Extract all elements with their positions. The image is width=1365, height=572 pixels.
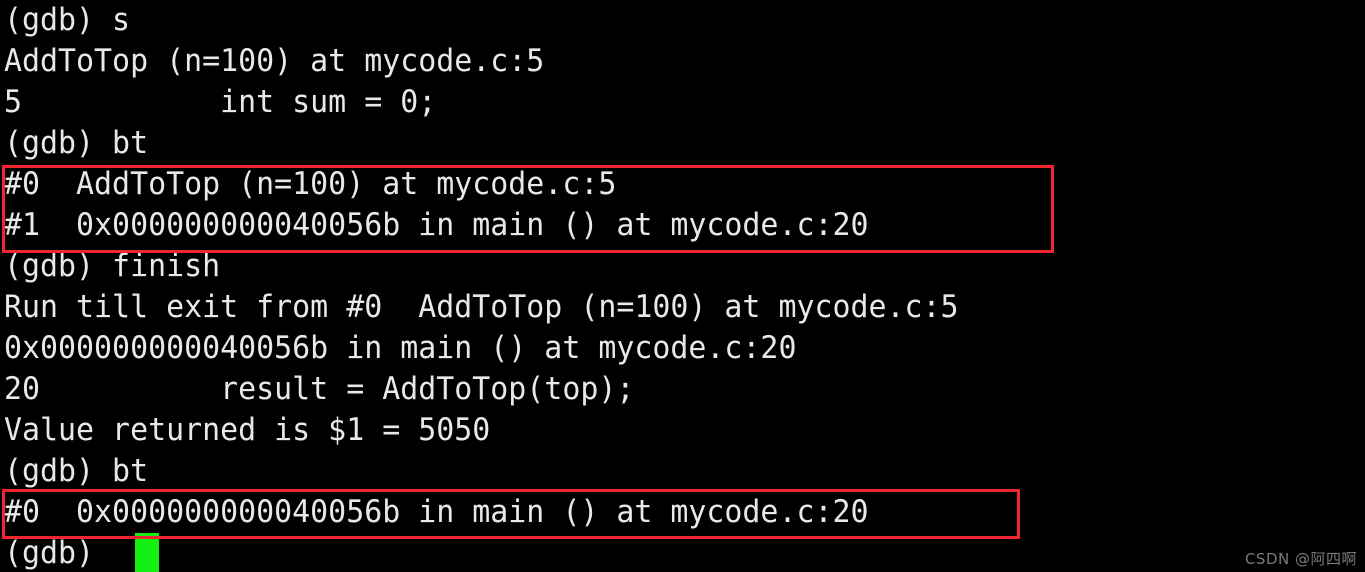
terminal-line: #0 AddToTop (n=100) at mycode.c:5	[4, 166, 617, 202]
watermark: CSDN @阿四啊	[1244, 550, 1357, 568]
terminal-line: #1 0x000000000040056b in main () at myco…	[4, 207, 869, 243]
terminal-cursor	[135, 533, 159, 572]
terminal-line: (gdb) bt	[4, 453, 149, 489]
terminal-window[interactable]: (gdb) s AddToTop (n=100) at mycode.c:5 5…	[0, 0, 1365, 572]
terminal-line: 20 result = AddToTop(top);	[4, 371, 635, 407]
terminal-prompt-line: (gdb)	[4, 535, 113, 571]
terminal-line: AddToTop (n=100) at mycode.c:5	[4, 43, 545, 79]
terminal-line: #0 0x000000000040056b in main () at myco…	[4, 494, 869, 530]
terminal-line: (gdb) finish	[4, 248, 221, 284]
terminal-line: Value returned is $1 = 5050	[4, 412, 491, 448]
terminal-screen[interactable]: (gdb) s AddToTop (n=100) at mycode.c:5 5…	[0, 0, 1365, 572]
terminal-line: 5 int sum = 0;	[4, 84, 437, 120]
terminal-line: (gdb) s	[4, 2, 131, 38]
terminal-line: (gdb) bt	[4, 125, 149, 161]
terminal-line: 0x000000000040056b in main () at mycode.…	[4, 330, 797, 366]
terminal-line: Run till exit from #0 AddToTop (n=100) a…	[4, 289, 959, 325]
